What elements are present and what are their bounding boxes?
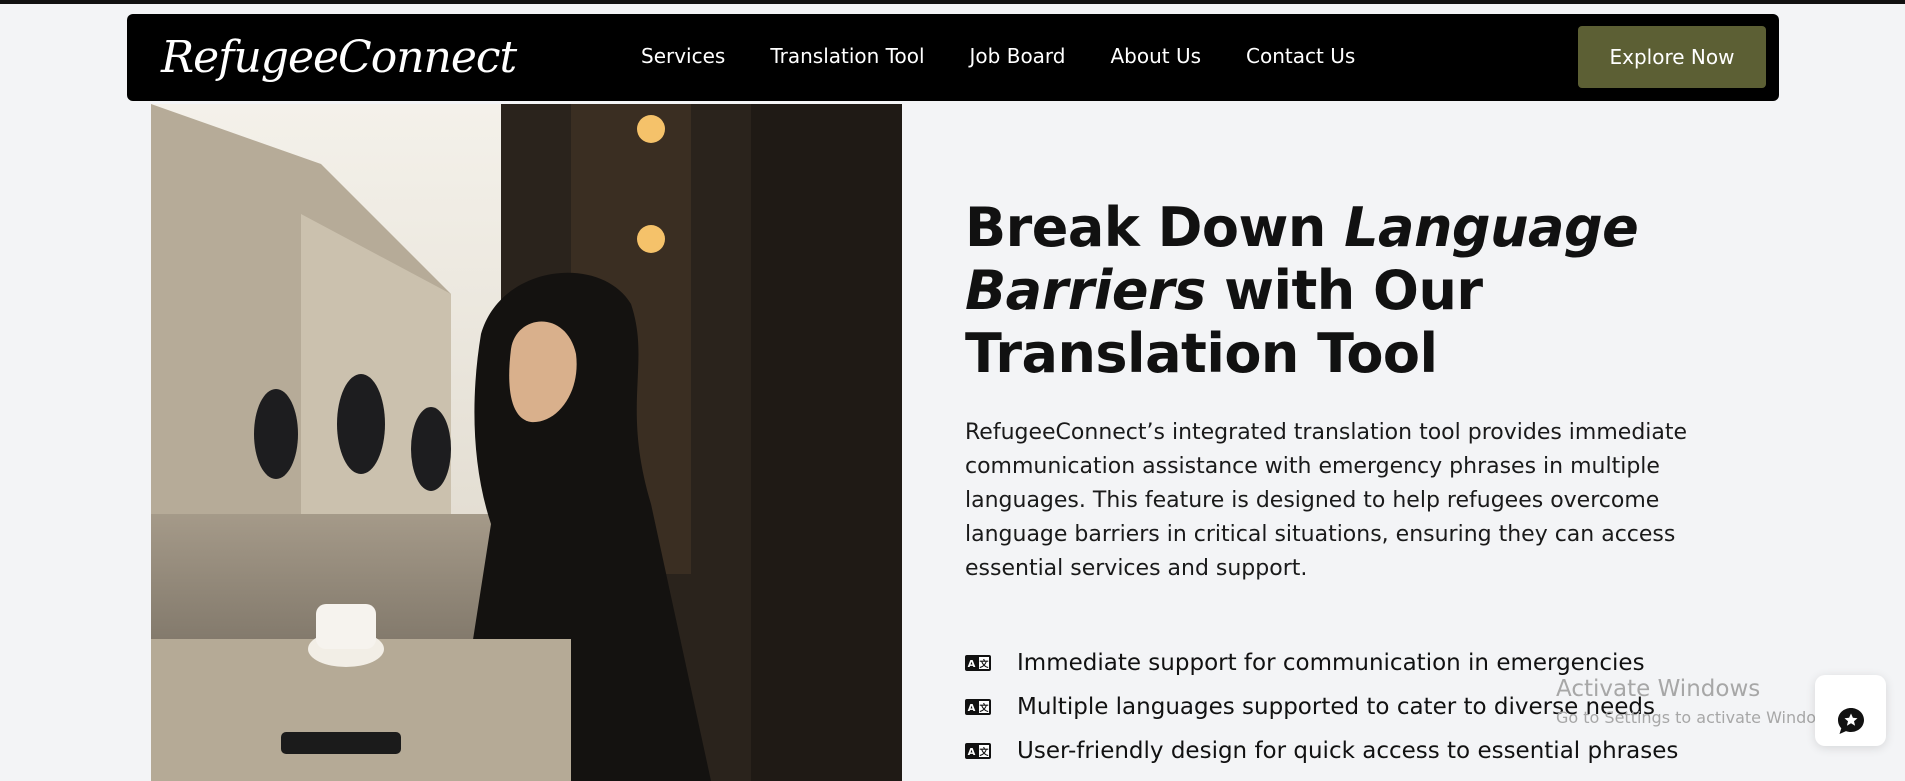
chat-star-icon xyxy=(1837,707,1864,734)
svg-text:A: A xyxy=(968,659,976,670)
nav-item-contact-us[interactable]: Contact Us xyxy=(1246,44,1355,68)
svg-text:A: A xyxy=(968,703,976,714)
svg-text:A: A xyxy=(968,747,976,758)
nav-item-services[interactable]: Services xyxy=(641,44,725,68)
translate-icon: A 文 xyxy=(965,699,991,715)
hero-photo xyxy=(151,104,902,781)
translate-icon: A 文 xyxy=(965,655,991,671)
feature-text: User-friendly design for quick access to… xyxy=(1017,738,1679,764)
hero-content: Break Down Language Barriers with Our Tr… xyxy=(965,196,1765,586)
watermark-subtitle: Go to Settings to activate Windows. xyxy=(1556,708,1843,727)
watermark-title: Activate Windows xyxy=(1556,676,1761,702)
svg-text:文: 文 xyxy=(978,702,989,714)
hero-title: Break Down Language Barriers with Our Tr… xyxy=(965,196,1639,385)
top-border xyxy=(0,0,1905,4)
nav-item-job-board[interactable]: Job Board xyxy=(970,44,1066,68)
navbar: RefugeeConnect Services Translation Tool… xyxy=(127,14,1779,101)
chat-button[interactable] xyxy=(1815,675,1886,746)
translate-icon: A 文 xyxy=(965,743,991,759)
brand-logo[interactable]: RefugeeConnect xyxy=(161,32,517,83)
explore-now-button[interactable]: Explore Now xyxy=(1578,26,1766,88)
list-item: A 文 User-friendly design for quick acces… xyxy=(965,729,1815,773)
svg-text:文: 文 xyxy=(978,658,989,670)
feature-text: Immediate support for communication in e… xyxy=(1017,650,1645,676)
svg-text:文: 文 xyxy=(978,746,989,758)
hero-description: RefugeeConnect’s integrated translation … xyxy=(965,420,1688,581)
nav-item-translation-tool[interactable]: Translation Tool xyxy=(770,44,924,68)
windows-activation-watermark: Activate Windows Go to Settings to activ… xyxy=(1556,676,1843,727)
hero-photo-illustration xyxy=(151,104,902,781)
nav-item-about-us[interactable]: About Us xyxy=(1111,44,1202,68)
nav-links: Services Translation Tool Job Board Abou… xyxy=(641,44,1400,68)
